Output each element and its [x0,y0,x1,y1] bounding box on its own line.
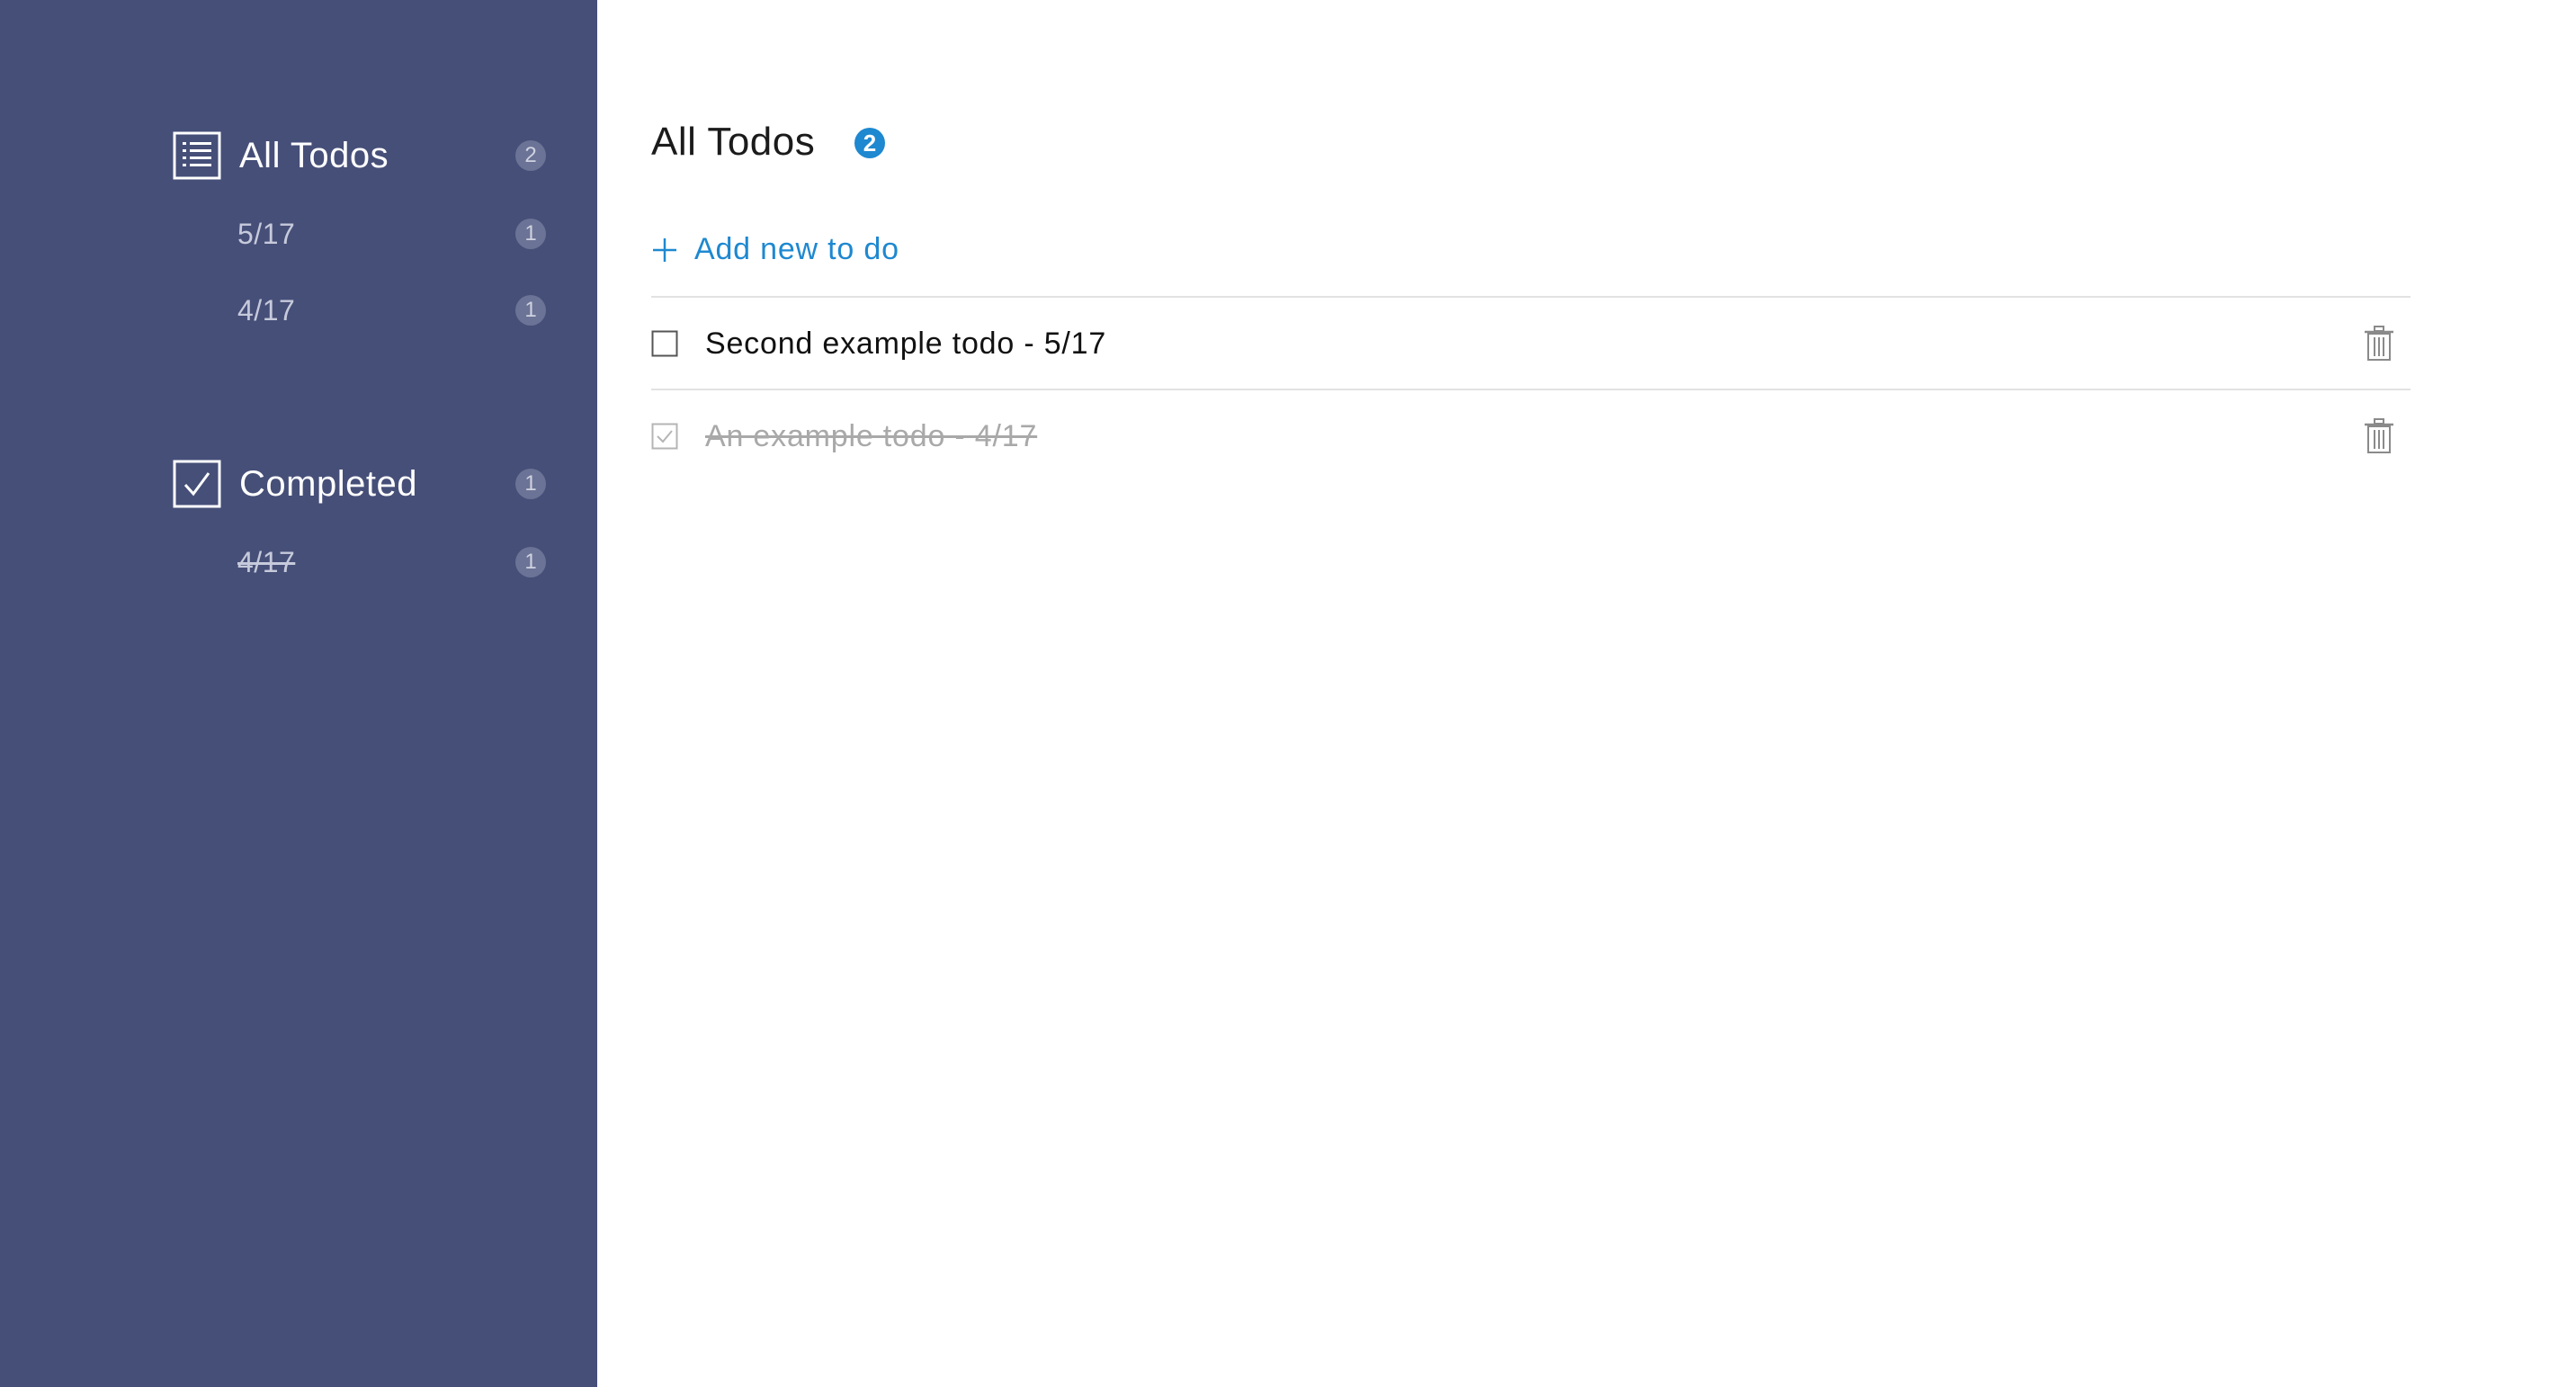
todo-app: All Todos 2 5/17 1 4/17 1 Completed 1 4/… [0,0,2576,1387]
sidebar-subitem-5-17[interactable]: 5/17 1 [173,216,546,252]
main-panel: All Todos 2 Add new to do Second example… [597,0,2576,1387]
todo-text[interactable]: Second example todo - 5/17 [705,327,1106,362]
checkbox-icon[interactable] [651,330,678,357]
sidebar-item-label: Completed [239,463,417,504]
list-icon [173,131,221,180]
check-square-icon [173,460,221,508]
count-badge: 2 [515,140,546,171]
add-todo-button[interactable]: Add new to do [651,232,899,267]
todo-item: Second example todo - 5/17 [651,299,2411,389]
count-badge: 1 [515,219,546,249]
trash-icon[interactable] [2364,326,2394,362]
sidebar: All Todos 2 5/17 1 4/17 1 Completed 1 4/… [0,0,597,1387]
trash-icon[interactable] [2364,418,2394,454]
add-todo-label: Add new to do [694,232,899,266]
sidebar-subitem-label: 5/17 [237,218,296,250]
count-badge: 1 [515,469,546,499]
divider [651,296,2411,298]
checkbox-checked-icon[interactable] [651,423,678,450]
plus-icon [653,237,676,262]
sidebar-subitem-label: 4/17 [237,546,296,578]
count-badge: 1 [515,547,546,577]
sidebar-subitem-completed-4-17[interactable]: 4/17 1 [173,544,546,580]
sidebar-item-all-todos[interactable]: All Todos 2 [173,131,546,180]
sidebar-item-completed[interactable]: Completed 1 [173,460,546,508]
count-badge: 1 [515,295,546,326]
sidebar-item-label: All Todos [239,135,389,175]
divider [651,389,2411,390]
sidebar-subitem-4-17[interactable]: 4/17 1 [173,292,546,328]
page-title: All Todos [651,120,816,164]
todo-text[interactable]: An example todo - 4/17 [705,419,1037,454]
title-count-badge: 2 [854,128,885,158]
sidebar-subitem-label: 4/17 [237,294,296,327]
todo-item-completed: An example todo - 4/17 [651,391,2411,481]
